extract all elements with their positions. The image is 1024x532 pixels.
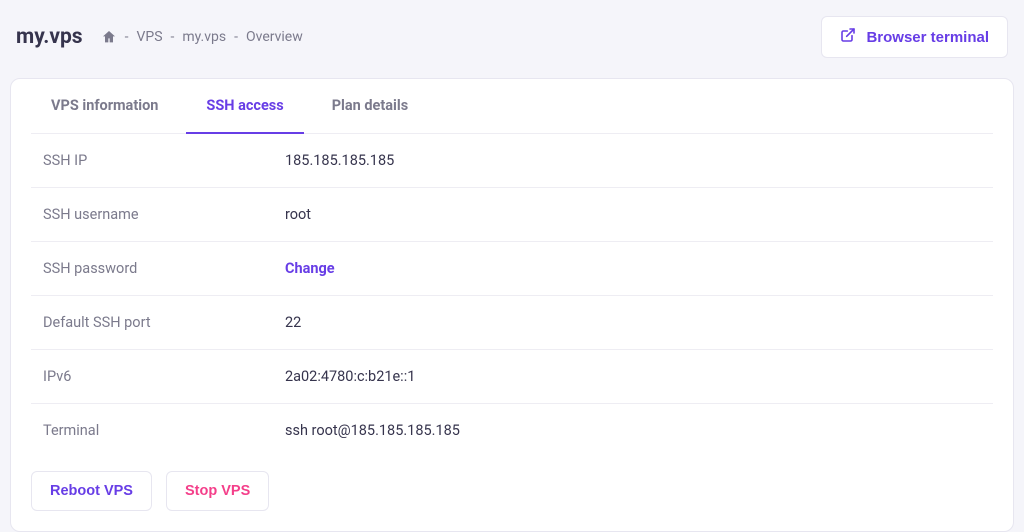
tab-vps-information[interactable]: VPS information (31, 79, 178, 133)
row-value: ssh root@185.185.185.185 (285, 422, 460, 439)
stop-vps-button[interactable]: Stop VPS (166, 471, 269, 511)
row-label: SSH IP (43, 152, 285, 169)
change-password-link[interactable]: Change (285, 260, 335, 277)
breadcrumb: - VPS - my.vps - Overview (101, 29, 303, 45)
row-ssh-port: Default SSH port 22 (31, 296, 993, 350)
action-buttons: Reboot VPS Stop VPS (31, 457, 993, 511)
row-value: 185.185.185.185 (285, 152, 394, 169)
row-ipv6: IPv6 2a02:4780:c:b21e::1 (31, 350, 993, 404)
row-value: 22 (285, 314, 301, 331)
vps-card: VPS information SSH access Plan details … (10, 78, 1014, 532)
tabs: VPS information SSH access Plan details (31, 79, 993, 133)
home-icon[interactable] (101, 29, 117, 45)
row-label: SSH password (43, 260, 285, 277)
row-label: Default SSH port (43, 314, 285, 331)
breadcrumb-item[interactable]: my.vps (182, 29, 226, 45)
app-title: my.vps (16, 25, 83, 49)
breadcrumb-sep: - (171, 29, 175, 45)
row-value: root (285, 206, 311, 223)
browser-terminal-button[interactable]: Browser terminal (821, 16, 1008, 58)
row-label: IPv6 (43, 368, 285, 385)
reboot-vps-button[interactable]: Reboot VPS (31, 471, 152, 511)
row-ssh-ip: SSH IP 185.185.185.185 (31, 134, 993, 188)
external-link-icon (840, 27, 856, 47)
row-label: SSH username (43, 206, 285, 223)
row-ssh-username: SSH username root (31, 188, 993, 242)
top-bar: my.vps - VPS - my.vps - Overview Browse (10, 0, 1014, 78)
row-label: Terminal (43, 422, 285, 439)
tab-plan-details[interactable]: Plan details (312, 79, 428, 133)
row-value: 2a02:4780:c:b21e::1 (285, 368, 415, 385)
breadcrumb-sep: - (125, 29, 129, 45)
breadcrumb-item[interactable]: Overview (246, 29, 303, 45)
ssh-details: SSH IP 185.185.185.185 SSH username root… (31, 133, 993, 457)
breadcrumb-sep: - (234, 29, 238, 45)
breadcrumb-item[interactable]: VPS (136, 29, 162, 45)
tab-ssh-access[interactable]: SSH access (186, 79, 303, 134)
row-ssh-password: SSH password Change (31, 242, 993, 296)
topbar-left: my.vps - VPS - my.vps - Overview (16, 25, 303, 49)
browser-terminal-label: Browser terminal (866, 29, 989, 46)
row-terminal: Terminal ssh root@185.185.185.185 (31, 404, 993, 457)
